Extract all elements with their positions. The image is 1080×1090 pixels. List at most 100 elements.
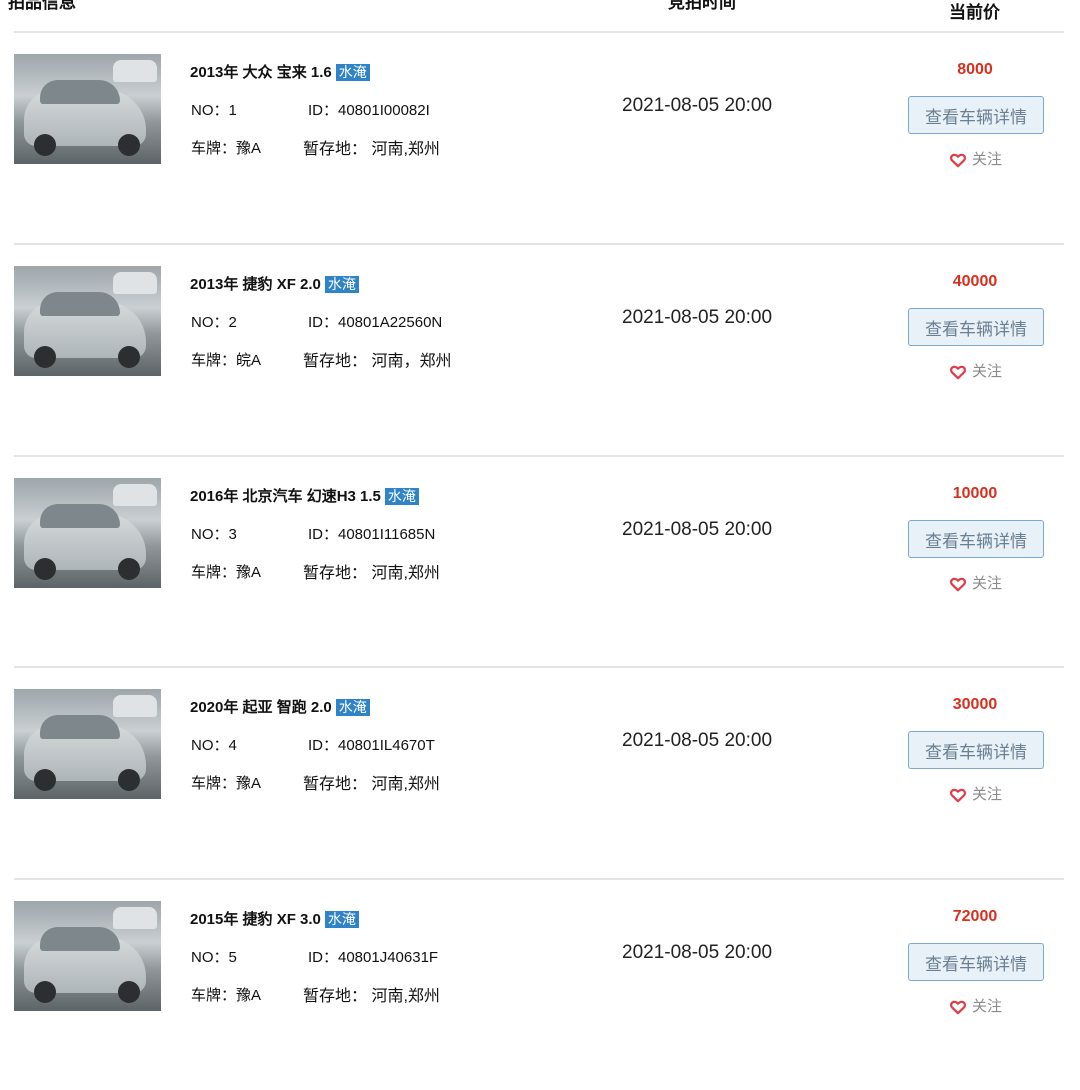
- flood-tag: 水淹: [335, 64, 370, 81]
- car-windshield: [40, 715, 120, 739]
- listing-title[interactable]: 2020年 起亚 智跑 2.0 水淹: [190, 696, 370, 717]
- lot-number: NO：5: [191, 949, 237, 966]
- license-plate: 车牌：豫A: [191, 140, 262, 157]
- vehicle-id: ID：40801I11685N: [308, 526, 436, 543]
- follow-label: 关注: [972, 151, 1003, 168]
- lot-number: NO：3: [191, 526, 237, 543]
- storage-location: 暂存地： 河南,郑州: [303, 565, 440, 582]
- car-photo[interactable]: [14, 901, 161, 1011]
- car-wheel: [118, 981, 140, 1003]
- lot-number: NO：2: [191, 314, 237, 331]
- listing-title-text: 2013年 捷豹 XF 2.0: [190, 276, 321, 293]
- storage-location: 暂存地： 河南,郑州: [303, 141, 440, 158]
- license-plate: 车牌：豫A: [191, 775, 262, 792]
- car-windshield: [40, 504, 120, 528]
- current-price: 40000: [952, 273, 998, 290]
- car-wheel: [34, 981, 56, 1003]
- storage-location: 暂存地： 河南,郑州: [303, 776, 440, 793]
- car-windshield: [40, 927, 120, 951]
- listing-title[interactable]: 2015年 捷豹 XF 3.0 水淹: [190, 908, 359, 929]
- listing-title-text: 2020年 起亚 智跑 2.0: [190, 699, 332, 716]
- storage-location: 暂存地： 河南，郑州: [303, 353, 452, 370]
- follow-button[interactable]: 关注: [950, 148, 1002, 169]
- auction-time: 2021-08-05 20:00: [622, 730, 773, 751]
- car-windshield: [40, 80, 120, 104]
- view-details-button[interactable]: 查看车辆详情: [908, 520, 1044, 558]
- heart-icon: [950, 577, 966, 591]
- lot-number: NO：4: [191, 737, 237, 754]
- listing-row: 2020年 起亚 智跑 2.0 水淹 NO：4 ID：40801IL4670T 车…: [0, 666, 1080, 878]
- background-car: [113, 272, 157, 294]
- follow-button[interactable]: 关注: [950, 783, 1002, 804]
- background-car: [113, 60, 157, 82]
- background-car: [113, 695, 157, 717]
- auction-time: 2021-08-05 20:00: [622, 519, 773, 540]
- view-details-button[interactable]: 查看车辆详情: [908, 731, 1044, 769]
- listing-title-text: 2013年 大众 宝来 1.6: [190, 64, 332, 81]
- listing-title[interactable]: 2016年 北京汽车 幻速H3 1.5 水淹: [190, 485, 419, 506]
- table-header: 拍品信息 竞拍时间 当前价: [0, 0, 1080, 22]
- follow-button[interactable]: 关注: [950, 572, 1002, 593]
- follow-label: 关注: [972, 575, 1003, 592]
- car-wheel: [34, 134, 56, 156]
- listing-title-text: 2015年 捷豹 XF 3.0: [190, 911, 321, 928]
- heart-icon: [950, 365, 966, 379]
- auction-time: 2021-08-05 20:00: [622, 942, 773, 963]
- listing-title[interactable]: 2013年 大众 宝来 1.6 水淹: [190, 61, 370, 82]
- license-plate: 车牌：豫A: [191, 987, 262, 1004]
- auction-time: 2021-08-05 20:00: [622, 307, 773, 328]
- flood-tag: 水淹: [324, 911, 359, 928]
- heart-icon: [950, 153, 966, 167]
- auction-time: 2021-08-05 20:00: [622, 95, 773, 116]
- car-wheel: [34, 346, 56, 368]
- vehicle-id: ID：40801I00082I: [308, 102, 430, 119]
- car-photo[interactable]: [14, 54, 161, 164]
- car-photo[interactable]: [14, 689, 161, 799]
- current-price: 30000: [952, 696, 998, 713]
- listing-title-text: 2016年 北京汽车 幻速H3 1.5: [190, 488, 381, 505]
- car-wheel: [34, 558, 56, 580]
- storage-location: 暂存地： 河南,郑州: [303, 988, 440, 1005]
- header-price-label: 当前价: [949, 3, 1000, 22]
- follow-label: 关注: [972, 363, 1003, 380]
- car-photo[interactable]: [14, 266, 161, 376]
- row-divider: [14, 666, 1064, 668]
- follow-label: 关注: [972, 998, 1003, 1015]
- flood-tag: 水淹: [324, 276, 359, 293]
- listing-title[interactable]: 2013年 捷豹 XF 2.0 水淹: [190, 273, 359, 294]
- car-wheel: [118, 769, 140, 791]
- car-wheel: [118, 558, 140, 580]
- view-details-button[interactable]: 查看车辆详情: [908, 96, 1044, 134]
- vehicle-id: ID：40801J40631F: [308, 949, 439, 966]
- header-time-label: 竞拍时间: [668, 0, 736, 12]
- license-plate: 车牌：皖A: [191, 352, 262, 369]
- follow-label: 关注: [972, 786, 1003, 803]
- car-wheel: [118, 346, 140, 368]
- heart-icon: [950, 788, 966, 802]
- current-price: 72000: [952, 908, 998, 925]
- flood-tag: 水淹: [384, 488, 419, 505]
- flood-tag: 水淹: [335, 699, 370, 716]
- follow-button[interactable]: 关注: [950, 360, 1002, 381]
- row-divider: [14, 243, 1064, 245]
- listing-row: 2013年 大众 宝来 1.6 水淹 NO：1 ID：40801I00082I 车…: [0, 31, 1080, 243]
- listing-row: 2015年 捷豹 XF 3.0 水淹 NO：5 ID：40801J40631F 车…: [0, 878, 1080, 1090]
- background-car: [113, 484, 157, 506]
- car-photo[interactable]: [14, 478, 161, 588]
- row-divider: [14, 878, 1064, 880]
- current-price: 8000: [957, 61, 993, 78]
- lot-number: NO：1: [191, 102, 237, 119]
- heart-icon: [950, 1000, 966, 1014]
- view-details-button[interactable]: 查看车辆详情: [908, 308, 1044, 346]
- row-divider: [14, 455, 1064, 457]
- vehicle-id: ID：40801IL4670T: [308, 737, 435, 754]
- listing-row: 2013年 捷豹 XF 2.0 水淹 NO：2 ID：40801A22560N 车…: [0, 243, 1080, 455]
- car-wheel: [34, 769, 56, 791]
- license-plate: 车牌：豫A: [191, 564, 262, 581]
- current-price: 10000: [952, 485, 998, 502]
- car-windshield: [40, 292, 120, 316]
- view-details-button[interactable]: 查看车辆详情: [908, 943, 1044, 981]
- row-divider: [14, 31, 1064, 33]
- car-wheel: [118, 134, 140, 156]
- background-car: [113, 907, 157, 929]
